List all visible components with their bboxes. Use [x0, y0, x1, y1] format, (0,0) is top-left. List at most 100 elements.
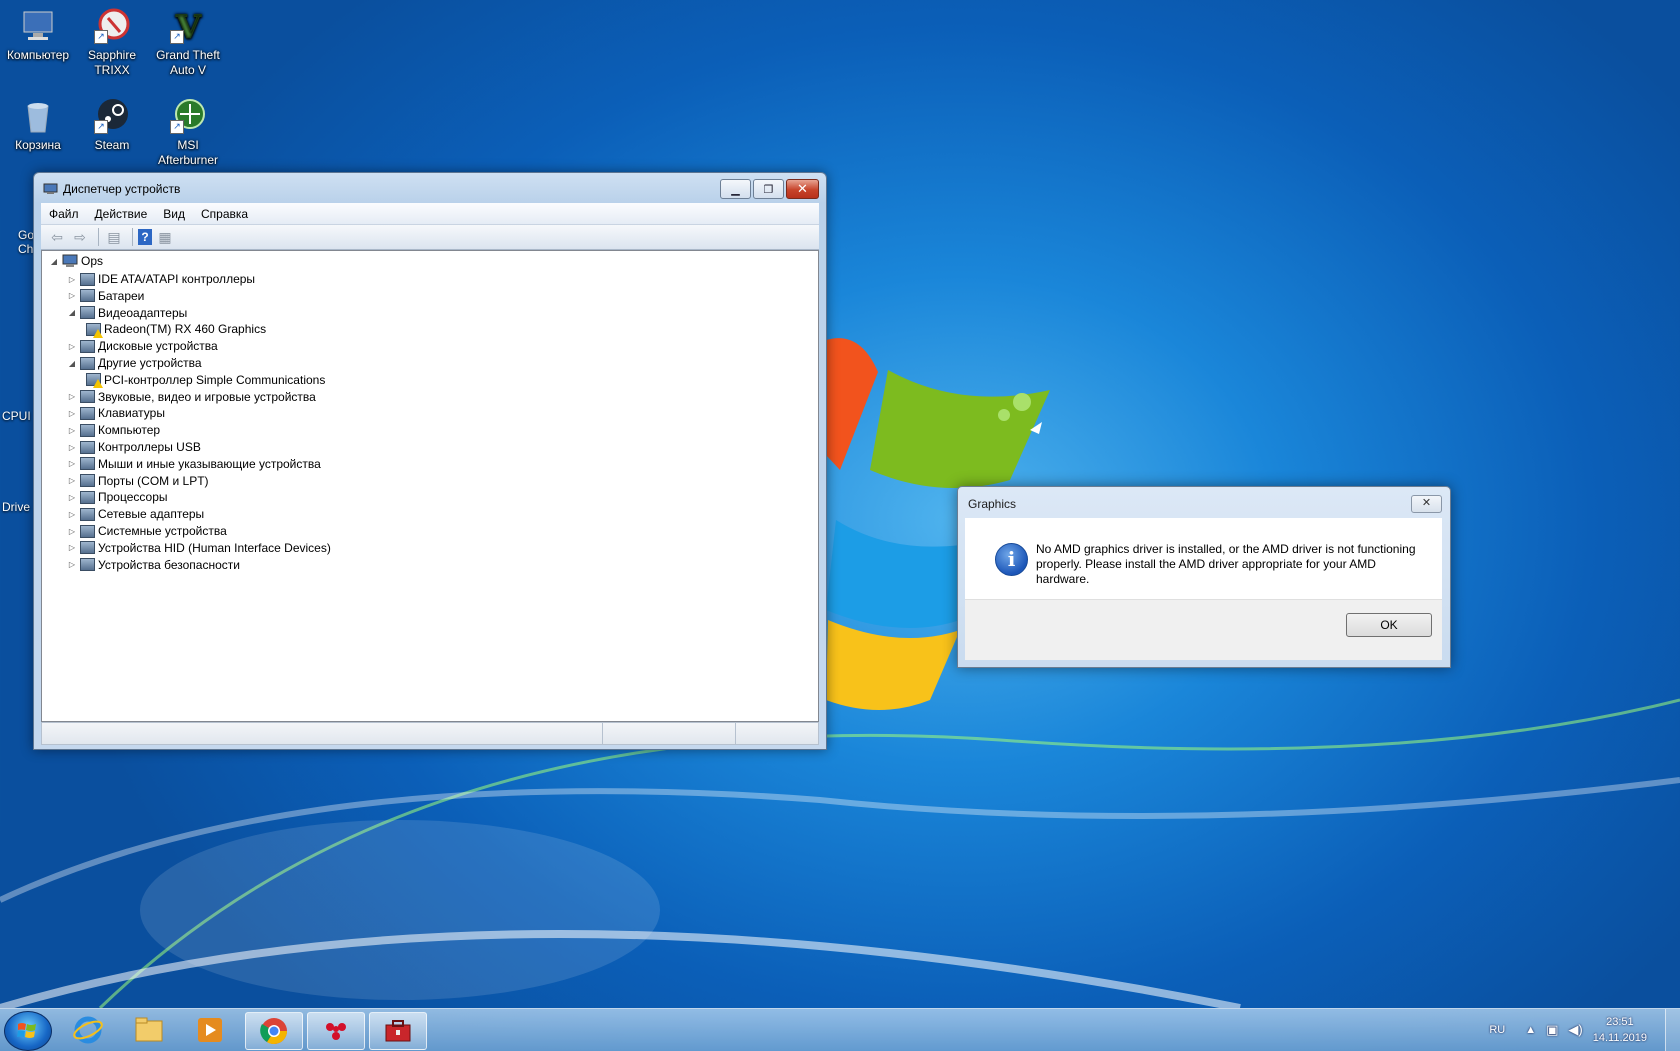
console-tree-icon: ▤ — [107, 228, 121, 245]
language-indicator[interactable]: RU — [1489, 1024, 1505, 1036]
tree-device-item[interactable]: Radeon(TM) RX 460 Graphics — [84, 320, 266, 338]
internet-explorer-icon — [73, 1016, 103, 1044]
expand-arrow-icon[interactable]: ▷ — [66, 392, 78, 401]
network-icon[interactable]: ▣ — [1546, 1022, 1558, 1038]
expand-arrow-icon[interactable]: ▷ — [66, 527, 78, 536]
taskbar-chrome[interactable] — [245, 1012, 303, 1050]
tree-category-item[interactable]: ▷ Устройства HID (Human Interface Devices… — [66, 539, 331, 557]
menu-help[interactable]: Справка — [193, 207, 256, 221]
desktop-icon-recycle-bin[interactable]: Корзина — [0, 98, 76, 153]
taskbar-afterburner[interactable] — [307, 1012, 365, 1050]
tree-category-item[interactable]: ▷ Устройства безопасности — [66, 556, 240, 574]
expand-arrow-icon[interactable]: ▷ — [66, 409, 78, 418]
maximize-button[interactable]: ❐ — [753, 179, 784, 199]
expand-arrow-icon[interactable]: ▷ — [66, 510, 78, 519]
desktop-icon-label: Корзина — [15, 138, 61, 152]
device-category-icon — [86, 322, 103, 338]
device-category-icon — [80, 272, 95, 286]
desktop-icon-partial-cpuid[interactable]: CPUI — [2, 409, 31, 423]
device-category-icon — [80, 457, 95, 471]
menu-bar: Файл Действие Вид Справка — [41, 203, 819, 225]
dialog-footer: OK — [965, 599, 1442, 660]
afterburner-icon — [326, 1023, 346, 1040]
show-hidden-icons-icon[interactable]: ▲ — [1525, 1024, 1536, 1036]
tree-category-item[interactable]: ▷ Сетевые адаптеры — [66, 505, 204, 523]
minimize-icon: ▁ — [731, 183, 740, 196]
tree-category-item[interactable]: ▷ Системные устройства — [66, 522, 227, 540]
expand-arrow-icon[interactable]: ▷ — [66, 275, 78, 284]
device-category-icon — [80, 423, 95, 437]
desktop-icon-partial-chrome[interactable]: Go Ch — [18, 228, 34, 256]
taskbar-internet-explorer[interactable] — [60, 1012, 116, 1048]
title-bar[interactable]: Диспетчер устройств ▁ ❐ ✕ — [34, 173, 826, 203]
help-icon: ? — [141, 230, 149, 244]
show-hide-console-tree-button[interactable]: ▤ — [104, 228, 124, 246]
collapse-arrow-icon[interactable]: ◢ — [66, 308, 78, 317]
taskbar-device-manager[interactable] — [369, 1012, 427, 1050]
volume-icon[interactable]: ◀) — [1568, 1022, 1582, 1038]
expand-arrow-icon[interactable]: ▷ — [66, 560, 78, 569]
desktop-icon-sapphire-trixx[interactable]: ↗ Sapphire TRIXX — [74, 8, 150, 78]
tree-item-label: Порты (COM и LPT) — [98, 473, 209, 488]
close-button[interactable]: ✕ — [786, 179, 819, 199]
expand-arrow-icon[interactable]: ▷ — [66, 476, 78, 485]
expand-arrow-icon[interactable]: ▷ — [66, 426, 78, 435]
tree-category-item[interactable]: ▷ Звуковые, видео и игровые устройства — [66, 388, 316, 406]
minimize-button[interactable]: ▁ — [720, 179, 751, 199]
tree-item-label: Устройства HID (Human Interface Devices) — [98, 540, 331, 555]
tree-category-item[interactable]: ▷ Дисковые устройства — [66, 337, 218, 355]
expand-arrow-icon[interactable]: ▷ — [66, 342, 78, 351]
tree-item-label: Другие устройства — [98, 356, 202, 370]
show-desktop-button[interactable] — [1665, 1009, 1680, 1051]
desktop-icon-msi-afterburner[interactable]: ↗ MSI Afterburner — [150, 98, 226, 168]
ok-button[interactable]: OK — [1346, 613, 1432, 637]
expand-arrow-icon[interactable]: ▷ — [66, 493, 78, 502]
help-button[interactable]: ? — [138, 229, 152, 245]
tree-category-item[interactable]: ▷ Процессоры — [66, 488, 168, 506]
forward-button[interactable]: ⇨ — [70, 228, 90, 246]
tree-device-item[interactable]: PCI-контроллер Simple Communications — [84, 371, 325, 389]
tree-category-item[interactable]: ▷ Клавиатуры — [66, 404, 165, 422]
taskbar-media-player[interactable] — [182, 1012, 238, 1048]
desktop-icon-steam[interactable]: ↗ Steam — [74, 98, 150, 153]
expand-arrow-icon[interactable]: ▷ — [66, 543, 78, 552]
collapse-arrow-icon[interactable]: ◢ — [48, 257, 60, 266]
tree-category-item[interactable]: ▷ IDE ATA/ATAPI контроллеры — [66, 270, 255, 288]
menu-view[interactable]: Вид — [155, 207, 193, 221]
start-button[interactable] — [4, 1011, 52, 1051]
chrome-icon — [260, 1018, 288, 1045]
status-pane — [603, 723, 736, 744]
expand-arrow-icon[interactable]: ▷ — [66, 459, 78, 468]
tree-category-item[interactable]: ▷ Компьютер — [66, 421, 160, 439]
back-button[interactable]: ⇦ — [47, 228, 67, 246]
status-pane — [736, 723, 816, 744]
tree-item-label: Системные устройства — [98, 524, 227, 538]
dialog-close-button[interactable]: ✕ — [1411, 495, 1442, 513]
action-pane-icon: ▦ — [158, 228, 172, 245]
tree-root[interactable]: ◢ Ops — [48, 252, 103, 270]
info-icon: i — [995, 543, 1028, 576]
clock[interactable]: 23:51 14.11.2019 — [1593, 1014, 1647, 1046]
tree-category-item[interactable]: ◢ Другие устройства — [66, 354, 202, 372]
desktop-icon-computer[interactable]: Компьютер — [0, 8, 76, 63]
menu-file[interactable]: Файл — [41, 207, 87, 221]
expand-arrow-icon[interactable]: ▷ — [66, 443, 78, 452]
menu-action[interactable]: Действие — [87, 207, 156, 221]
expand-arrow-icon[interactable]: ▷ — [66, 291, 78, 300]
taskbar-explorer[interactable] — [121, 1012, 177, 1048]
tree-item-label: PCI-контроллер Simple Communications — [104, 372, 326, 387]
tree-category-item[interactable]: ◢ Видеоадаптеры — [66, 304, 187, 322]
desktop-icon-gta-v[interactable]: V ↗ Grand Theft Auto V — [150, 8, 226, 78]
collapse-arrow-icon[interactable]: ◢ — [66, 359, 78, 368]
device-category-icon — [80, 558, 95, 572]
desktop-icon-partial-driver[interactable]: Drive — [2, 500, 30, 514]
device-category-icon — [80, 490, 95, 504]
show-action-pane-button[interactable]: ▦ — [155, 228, 175, 246]
tree-category-item[interactable]: ▷ Батареи — [66, 287, 144, 305]
tree-category-item[interactable]: ▷ Контроллеры USB — [66, 438, 201, 456]
clock-time: 23:51 — [1606, 1016, 1634, 1028]
tree-category-item[interactable]: ▷ Порты (COM и LPT) — [66, 472, 209, 490]
tree-category-item[interactable]: ▷ Мыши и иные указывающие устройства — [66, 455, 321, 473]
tree-item-label: Устройства безопасности — [98, 557, 240, 572]
recycle-bin-icon — [20, 98, 56, 134]
